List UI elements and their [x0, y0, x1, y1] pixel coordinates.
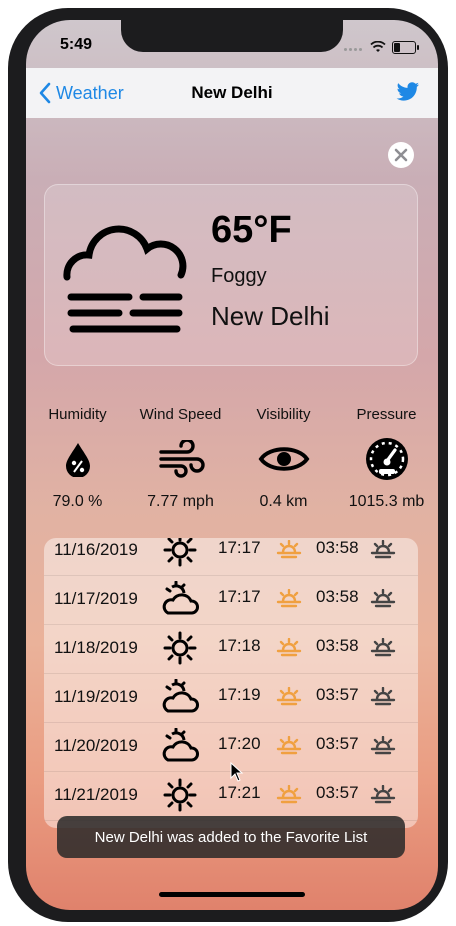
forecast-row[interactable]: 11/17/2019 17:17 03:58 — [44, 575, 418, 625]
sunset-time: 03:58 — [316, 636, 359, 655]
page-title: New Delhi — [191, 83, 273, 102]
app-screen: 5:49 Weather New Delhi 65°F Foggy New De… — [26, 20, 438, 910]
sunset-icon — [370, 784, 396, 810]
forecast-date: 11/19/2019 — [54, 687, 138, 706]
humidity-drop-icon — [29, 435, 127, 483]
status-icons — [344, 38, 419, 56]
forecast-row[interactable]: 11/18/2019 17:18 03:58 — [44, 624, 418, 674]
partly-cloudy-icon — [162, 678, 200, 720]
sunrise-icon — [276, 686, 302, 712]
sunset-time: 03:57 — [316, 783, 359, 802]
mouse-cursor-icon — [230, 761, 244, 787]
close-icon — [394, 148, 408, 162]
sunrise-icon — [276, 637, 302, 663]
forecast-row[interactable]: 11/16/2019 17:17 03:58 — [44, 538, 418, 576]
twitter-share-button[interactable] — [396, 82, 420, 107]
sun-icon — [162, 538, 198, 573]
metric-humidity: Humidity 79.0 % — [29, 406, 127, 511]
signal-dots-icon — [344, 38, 364, 56]
metrics-row: Humidity 79.0 % Wind Speed 7.77 mph Visi… — [26, 406, 438, 511]
sunrise-icon — [276, 735, 302, 761]
sunset-icon — [370, 735, 396, 761]
forecast-date: 11/16/2019 — [54, 540, 138, 559]
eye-icon — [235, 435, 333, 483]
sunrise-time: 17:17 — [218, 587, 261, 606]
metric-label: Humidity — [48, 406, 107, 423]
sunset-time: 03:57 — [316, 685, 359, 704]
sunrise-time: 17:17 — [218, 538, 261, 557]
wifi-icon — [370, 41, 386, 52]
metric-label: Wind Speed — [139, 406, 222, 423]
metric-value: 0.4 km — [259, 493, 308, 510]
partly-cloudy-icon — [162, 727, 200, 769]
metric-wind: Wind Speed 7.77 mph — [132, 406, 230, 511]
sunset-icon — [370, 686, 396, 712]
sunset-time: 03:58 — [316, 587, 359, 606]
sunset-icon — [370, 588, 396, 614]
forecast-row[interactable]: 11/19/2019 17:19 03:57 — [44, 673, 418, 723]
sunset-time: 03:58 — [316, 538, 359, 557]
metric-value: 1015.3 mb — [348, 493, 425, 510]
sunrise-icon — [276, 588, 302, 614]
current-weather-card: 65°F Foggy New Delhi — [44, 184, 418, 366]
forecast-date: 11/20/2019 — [54, 736, 138, 755]
partly-cloudy-icon — [162, 580, 200, 622]
metric-pressure: Pressure 1015.3 mb — [338, 406, 436, 511]
sunrise-icon — [276, 784, 302, 810]
status-time: 5:49 — [60, 36, 93, 53]
metric-value: 79.0 % — [52, 493, 103, 510]
gauge-icon — [338, 435, 436, 483]
metric-visibility: Visibility 0.4 km — [235, 406, 333, 511]
sunset-icon — [370, 637, 396, 663]
metric-value: 7.77 mph — [147, 493, 214, 510]
toast-message: New Delhi was added to the Favorite List — [57, 816, 405, 858]
sunset-icon — [370, 539, 396, 565]
wind-icon — [132, 435, 230, 483]
sunrise-icon — [276, 539, 302, 565]
fog-icon — [63, 225, 187, 333]
metric-label: Visibility — [256, 406, 311, 423]
sun-icon — [162, 630, 198, 671]
battery-icon — [392, 40, 419, 54]
notch — [121, 20, 343, 52]
city-label: New Delhi — [211, 301, 330, 331]
sun-icon — [162, 777, 198, 818]
forecast-date: 11/17/2019 — [54, 589, 138, 608]
twitter-icon — [396, 82, 419, 101]
metric-label: Pressure — [356, 406, 417, 423]
condition-label: Foggy — [211, 265, 267, 287]
navigation-bar: Weather New Delhi — [26, 68, 438, 118]
sunrise-time: 17:19 — [218, 685, 261, 704]
sunrise-time: 17:18 — [218, 636, 261, 655]
forecast-date: 11/18/2019 — [54, 638, 138, 657]
sunset-time: 03:57 — [316, 734, 359, 753]
close-button[interactable] — [388, 142, 414, 168]
sunrise-time: 17:20 — [218, 734, 261, 753]
forecast-date: 11/21/2019 — [54, 785, 138, 804]
temperature-value: 65°F — [211, 209, 292, 251]
home-indicator[interactable] — [159, 892, 305, 897]
